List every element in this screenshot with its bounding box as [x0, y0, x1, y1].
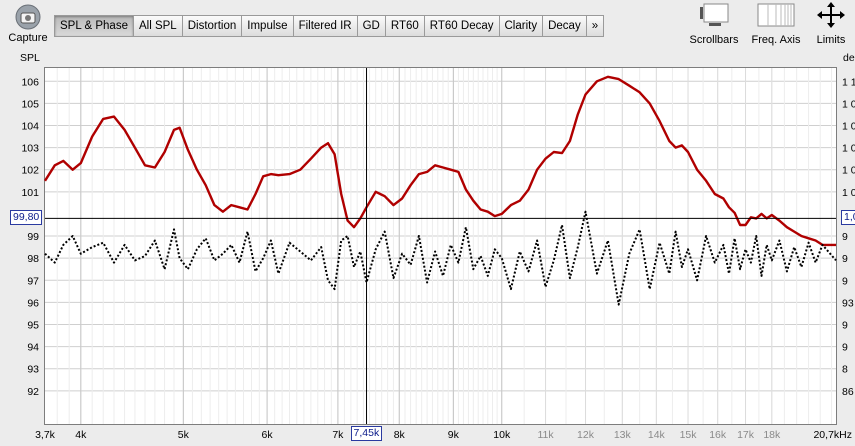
x-tick-label: 14k	[648, 429, 666, 441]
y-right-tick-label: 9	[842, 275, 848, 287]
y-tick-label: 98	[27, 253, 39, 265]
y-tick-label: 103	[21, 143, 39, 155]
y-right-tick-label: 9	[842, 319, 848, 331]
x-tick-label: 16k	[709, 429, 727, 441]
y-tick-label: 105	[21, 98, 39, 110]
y-right-tick-label: 1 0	[842, 143, 855, 155]
x-tick-label: 9k	[448, 429, 460, 441]
y-tick-label: 95	[27, 319, 39, 331]
y-tick-label: 106	[21, 76, 39, 88]
y-right-tick-label: 86	[842, 386, 854, 398]
y-right-tick-label: 9	[842, 253, 848, 265]
x-tick-label: 17k	[737, 429, 755, 441]
x-tick-label: 10k	[493, 429, 511, 441]
y-tick-label: 99	[27, 231, 39, 243]
x-tick-label: 5k	[178, 429, 190, 441]
y-tick-label: 93	[27, 364, 39, 376]
y-right-tick-label: 1 1	[842, 76, 855, 88]
cursor-frequency-readout: 7,45k	[350, 426, 383, 441]
x-tick-label: 11k	[537, 429, 554, 441]
y-right-tick-label: 8	[842, 364, 848, 376]
x-tick-label: 4k	[75, 429, 87, 441]
y-tick-label: 102	[21, 165, 39, 177]
y-tick-label: 92	[27, 386, 39, 398]
x-tick-label: 13k	[614, 429, 632, 441]
x-tick-label: 20,7kHz	[813, 429, 852, 441]
y-right-tick-label: 93	[842, 297, 854, 309]
y-right-tick-label: 9	[842, 342, 848, 354]
spl-phase-chart[interactable]: 106 1 1105 1 0104 1 0103 1 0102 1 0101 1 099 99…	[0, 0, 855, 446]
y-tick-label: 101	[21, 187, 39, 199]
x-tick-label: 8k	[394, 429, 406, 441]
y-tick-label: 104	[21, 120, 39, 132]
y-tick-label: 96	[27, 297, 39, 309]
cursor-spl-readout: 99,80	[10, 210, 43, 226]
y-right-tick-label: 1 0	[842, 165, 855, 177]
x-tick-label: 12k	[577, 429, 595, 441]
y-right-tick-label: 1 0	[842, 120, 855, 132]
cursor-right-readout: 1,0	[841, 210, 855, 226]
x-tick-label: 18k	[763, 429, 781, 441]
y-right-tick-label: 1 0	[842, 187, 855, 199]
x-tick-label: 15k	[680, 429, 698, 441]
x-tick-label: 6k	[262, 429, 274, 441]
x-tick-label: 7k	[332, 429, 344, 441]
y-right-tick-label: 1 0	[842, 98, 855, 110]
y-tick-label: 94	[27, 342, 39, 354]
y-right-tick-label: 9	[842, 231, 848, 243]
x-tick-label: 3,7k	[35, 429, 56, 441]
y-tick-label: 97	[27, 275, 39, 287]
